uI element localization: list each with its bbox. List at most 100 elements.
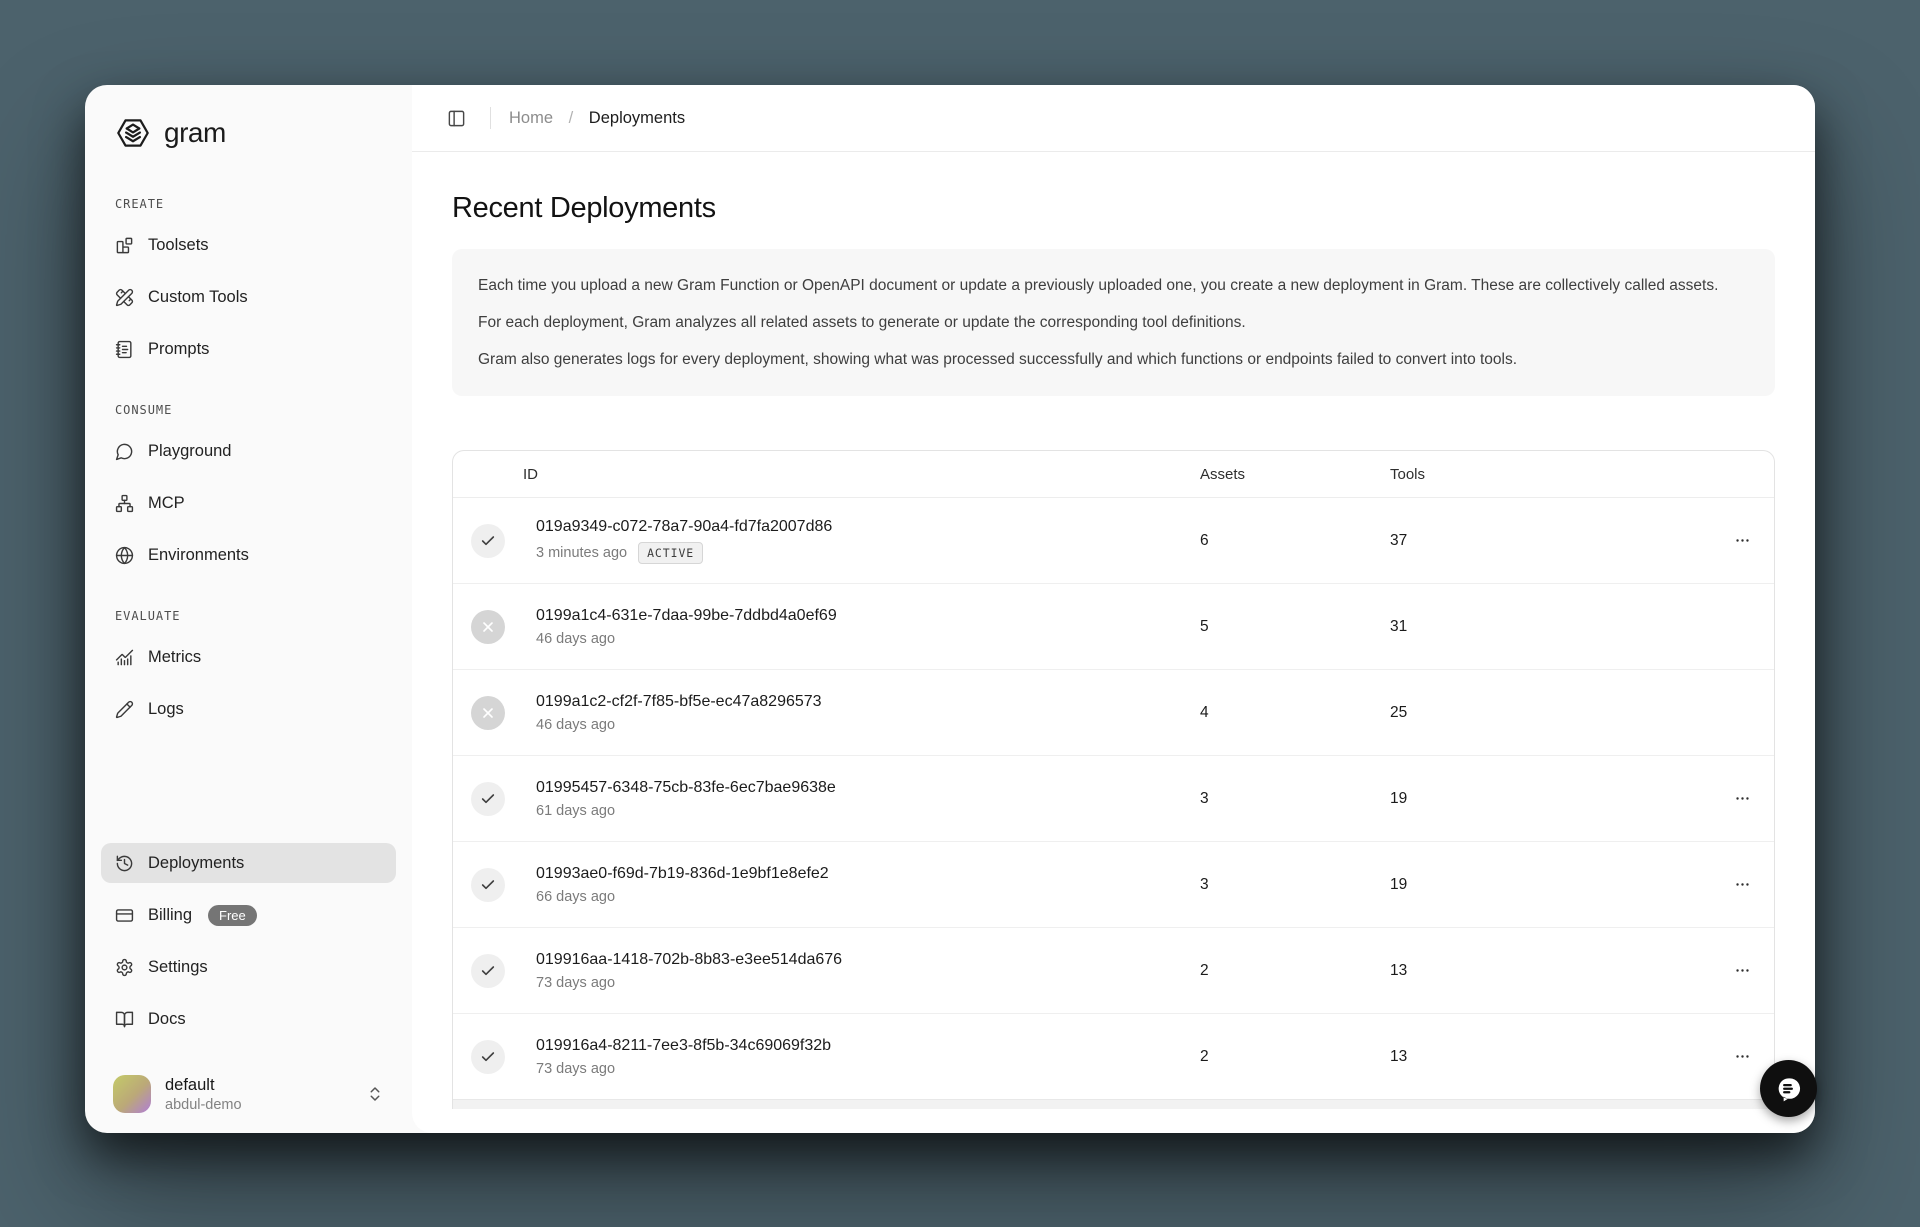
row-menu-button[interactable] <box>1727 784 1757 814</box>
sidebar-item-mcp[interactable]: MCP <box>101 483 396 523</box>
topbar: Home / Deployments <box>412 85 1815 152</box>
x-icon <box>471 610 505 644</box>
ellipsis-icon <box>1734 790 1751 807</box>
sidebar-item-label: Toolsets <box>148 236 209 255</box>
check-icon <box>471 868 505 902</box>
workspace-org: abdul-demo <box>165 1097 242 1113</box>
blocks-icon <box>115 236 134 255</box>
table-row[interactable]: 019a9349-c072-78a7-90a4-fd7fa2007d86 3 m… <box>453 498 1774 583</box>
pencil-ruler-icon <box>115 288 134 307</box>
app-window: gram CREATE Toolsets Custom Tools Prompt… <box>85 85 1815 1133</box>
sidebar-item-billing[interactable]: Billing Free <box>101 895 396 935</box>
sidebar-item-prompts[interactable]: Prompts <box>101 329 396 369</box>
page-title: Recent Deployments <box>452 192 1775 225</box>
table-row[interactable]: 01993ae0-f69d-7b19-836d-1e9bf1e8efe2 66 … <box>453 841 1774 927</box>
panel-left-icon <box>447 109 466 128</box>
deployment-timestamp: 3 minutes ago <box>536 545 627 561</box>
sidebar-item-label: Prompts <box>148 340 209 359</box>
check-icon <box>471 1040 505 1074</box>
column-header-tools: Tools <box>1390 466 1710 483</box>
tools-count: 13 <box>1390 1048 1710 1066</box>
chevrons-up-down-icon[interactable] <box>366 1085 384 1103</box>
sidebar: gram CREATE Toolsets Custom Tools Prompt… <box>85 85 412 1133</box>
book-open-icon <box>115 1010 134 1029</box>
row-menu-button[interactable] <box>1727 956 1757 986</box>
sidebar-item-label: Docs <box>148 1010 186 1029</box>
check-icon <box>471 524 505 558</box>
deployment-id: 01995457-6348-75cb-83fe-6ec7bae9638e <box>536 779 1200 797</box>
assets-count: 3 <box>1200 876 1390 894</box>
tools-count: 31 <box>1390 618 1710 636</box>
info-paragraph: Gram also generates logs for every deplo… <box>478 347 1749 372</box>
history-icon <box>115 854 134 873</box>
check-icon <box>471 954 505 988</box>
sidebar-item-playground[interactable]: Playground <box>101 431 396 471</box>
assets-count: 2 <box>1200 1048 1390 1066</box>
table-row-partial <box>453 1099 1774 1109</box>
gram-logo-icon <box>115 115 151 151</box>
info-box: Each time you upload a new Gram Function… <box>452 249 1775 396</box>
sidebar-section-label: CREATE <box>101 197 396 211</box>
table-row[interactable]: 019916a4-8211-7ee3-8f5b-34c69069f32b 73 … <box>453 1013 1774 1099</box>
sidebar-item-environments[interactable]: Environments <box>101 535 396 575</box>
sidebar-item-settings[interactable]: Settings <box>101 947 396 987</box>
tools-count: 13 <box>1390 962 1710 980</box>
plan-badge: Free <box>208 905 257 926</box>
row-menu-button[interactable] <box>1727 870 1757 900</box>
breadcrumb-home-link[interactable]: Home <box>509 109 553 127</box>
deployment-id: 019916aa-1418-702b-8b83-e3ee514da676 <box>536 951 1200 969</box>
row-menu-button[interactable] <box>1727 526 1757 556</box>
deployment-timestamp: 46 days ago <box>536 631 615 647</box>
sidebar-section-items: Metrics Logs <box>101 637 396 741</box>
sidebar-item-label: Logs <box>148 700 184 719</box>
deployment-id: 019a9349-c072-78a7-90a4-fd7fa2007d86 <box>536 518 1200 536</box>
avatar <box>113 1075 151 1113</box>
deployment-id: 0199a1c2-cf2f-7f85-bf5e-ec47a8296573 <box>536 693 1200 711</box>
breadcrumb-separator: / <box>569 109 574 127</box>
sidebar-item-label: Settings <box>148 958 208 977</box>
sidebar-item-label: Billing <box>148 906 192 925</box>
sidebar-section-items: Toolsets Custom Tools Prompts <box>101 225 396 381</box>
table-row[interactable]: 01995457-6348-75cb-83fe-6ec7bae9638e 61 … <box>453 755 1774 841</box>
sidebar-item-logs[interactable]: Logs <box>101 689 396 729</box>
table-body: 019a9349-c072-78a7-90a4-fd7fa2007d86 3 m… <box>453 498 1774 1099</box>
info-paragraph: Each time you upload a new Gram Function… <box>478 273 1749 298</box>
chat-widget-button[interactable] <box>1760 1060 1817 1117</box>
deployment-timestamp: 46 days ago <box>536 717 615 733</box>
message-circle-icon <box>115 442 134 461</box>
ellipsis-icon <box>1734 876 1751 893</box>
assets-count: 5 <box>1200 618 1390 636</box>
sidebar-item-metrics[interactable]: Metrics <box>101 637 396 677</box>
sidebar-item-label: Metrics <box>148 648 201 667</box>
table-row[interactable]: 019916aa-1418-702b-8b83-e3ee514da676 73 … <box>453 927 1774 1013</box>
deployment-id: 019916a4-8211-7ee3-8f5b-34c69069f32b <box>536 1037 1200 1055</box>
assets-count: 4 <box>1200 704 1390 722</box>
breadcrumb: Home / Deployments <box>509 109 685 128</box>
sidebar-section-label: EVALUATE <box>101 609 396 623</box>
sidebar-section-items: Playground MCP Environments <box>101 431 396 587</box>
workspace-selector[interactable]: default abdul-demo <box>85 1075 412 1113</box>
tools-count: 19 <box>1390 876 1710 894</box>
table-row[interactable]: 0199a1c2-cf2f-7f85-bf5e-ec47a8296573 46 … <box>453 669 1774 755</box>
sidebar-item-toolsets[interactable]: Toolsets <box>101 225 396 265</box>
deployment-timestamp: 61 days ago <box>536 803 615 819</box>
sidebar-item-label: Playground <box>148 442 231 461</box>
sidebar-item-docs[interactable]: Docs <box>101 999 396 1039</box>
table-header: ID Assets Tools <box>453 451 1774 498</box>
desktop-background: gram CREATE Toolsets Custom Tools Prompt… <box>0 0 1920 1227</box>
sidebar-section: EVALUATE Metrics Logs <box>101 609 396 741</box>
row-menu-button[interactable] <box>1727 1042 1757 1072</box>
page-content: Recent Deployments Each time you upload … <box>412 152 1815 1109</box>
ellipsis-icon <box>1734 962 1751 979</box>
sidebar-toggle-button[interactable] <box>440 102 472 134</box>
table-row[interactable]: 0199a1c4-631e-7daa-99be-7ddbd4a0ef69 46 … <box>453 583 1774 669</box>
deployment-timestamp: 73 days ago <box>536 1061 615 1077</box>
sidebar-section: CONSUME Playground MCP Environments <box>101 403 396 587</box>
app-logo-text: gram <box>164 117 226 149</box>
sidebar-item-deployments[interactable]: Deployments <box>101 843 396 883</box>
sidebar-item-custom-tools[interactable]: Custom Tools <box>101 277 396 317</box>
app-logo[interactable]: gram <box>85 85 412 151</box>
tools-count: 25 <box>1390 704 1710 722</box>
deployment-id: 01993ae0-f69d-7b19-836d-1e9bf1e8efe2 <box>536 865 1200 883</box>
sidebar-item-label: Custom Tools <box>148 288 248 307</box>
